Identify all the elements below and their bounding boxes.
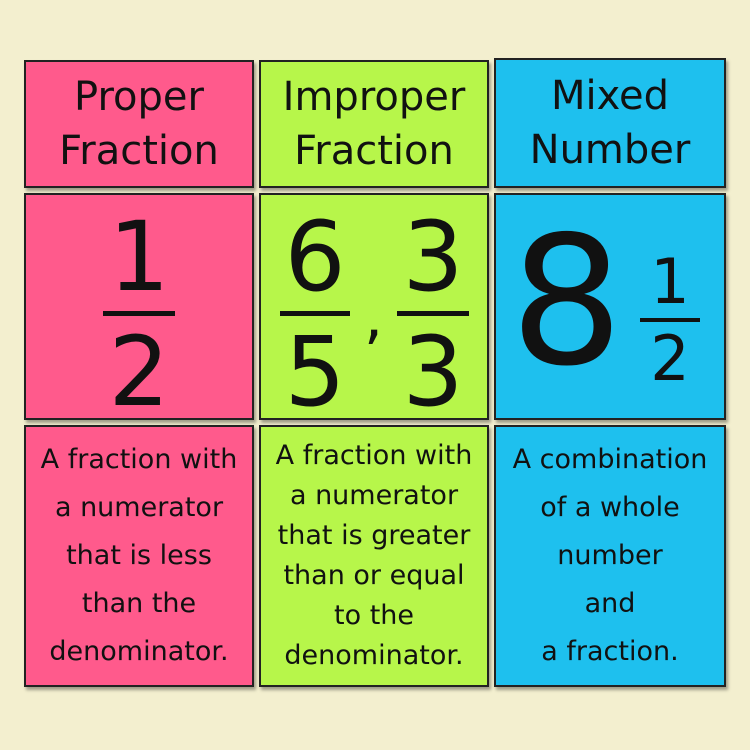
mixed-number-definition-card: A combination of a whole number and a fr… — [494, 425, 726, 687]
title-line: Fraction — [294, 128, 454, 174]
title-line: Improper — [282, 74, 466, 120]
improper-fraction-example-card: 6 5 , 3 3 — [259, 193, 489, 420]
definition-line: that is greater — [277, 520, 471, 551]
fraction-one-half: 1 2 — [26, 201, 252, 420]
definition-line: to the — [334, 600, 414, 631]
definition-line: than the — [81, 588, 197, 619]
fraction-one-half: 1 2 — [630, 251, 710, 390]
definition-line: number — [557, 540, 663, 571]
title-line: Number — [529, 127, 691, 173]
proper-fraction-title-card: Proper Fraction — [24, 60, 254, 188]
fraction-three-thirds: 3 3 — [387, 201, 479, 420]
denominator: 5 — [284, 316, 346, 420]
denominator: 2 — [108, 316, 170, 420]
numerator: 3 — [402, 201, 464, 313]
definition-line: a fraction. — [541, 636, 679, 667]
definition-line: denominator. — [284, 640, 464, 671]
mixed-number-title-card: Mixed Number — [494, 58, 726, 188]
definition-line: and — [584, 588, 636, 619]
proper-fraction-definition-card: A fraction with a numerator that is less… — [24, 425, 254, 687]
separator-comma: , — [364, 282, 384, 352]
definition-line: that is less — [66, 540, 212, 571]
definition-line: a numerator — [54, 492, 224, 523]
numerator: 1 — [650, 245, 690, 318]
improper-fraction-title-card: Improper Fraction — [259, 60, 489, 188]
title-line: Proper — [74, 74, 204, 120]
whole-number: 8 — [510, 198, 624, 405]
definition-line: A fraction with — [40, 444, 238, 475]
mixed-number-example-card: 8 1 2 — [494, 193, 726, 420]
title-line: Mixed — [550, 73, 670, 119]
definition-line: of a whole — [540, 492, 680, 523]
numerator: 1 — [108, 201, 170, 313]
definition-line: than or equal — [283, 560, 465, 591]
definition-line: A combination — [512, 444, 708, 475]
improper-fraction-definition-card: A fraction with a numerator that is grea… — [259, 425, 489, 687]
denominator: 2 — [650, 322, 690, 395]
fraction-six-fifths: 6 5 — [271, 201, 359, 420]
definition-line: A fraction with — [275, 440, 473, 471]
definition-line: a numerator — [289, 480, 459, 511]
denominator: 3 — [402, 316, 464, 420]
definition-line: denominator. — [49, 636, 229, 667]
title-line: Fraction — [59, 128, 219, 174]
numerator: 6 — [284, 201, 346, 313]
proper-fraction-example-card: 1 2 — [24, 193, 254, 420]
